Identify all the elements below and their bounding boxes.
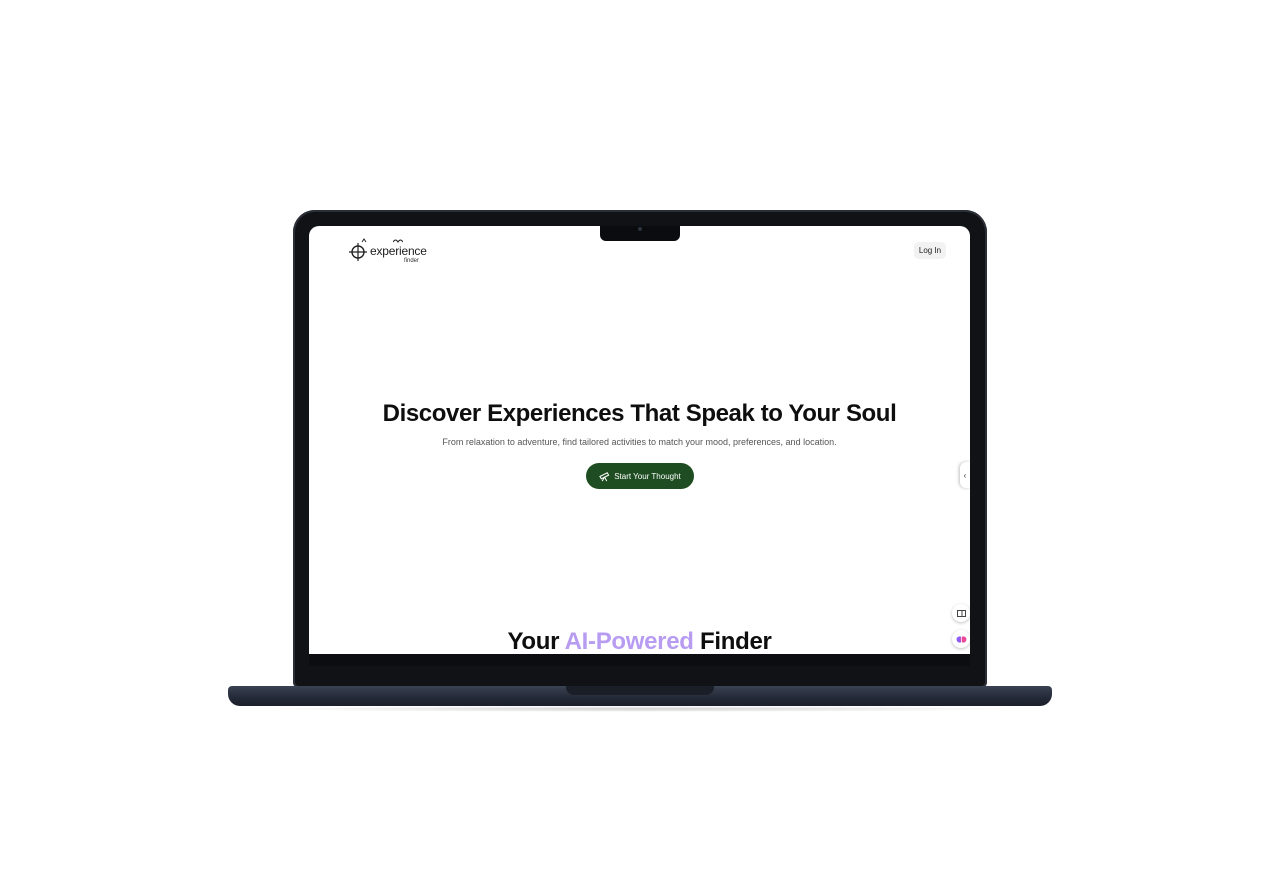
section-title: Your AI-Powered Finder	[309, 628, 970, 654]
chevron-icon: ‹	[963, 470, 967, 480]
panel-toggle-button[interactable]	[952, 604, 970, 622]
logo-subtitle: finder	[404, 258, 420, 264]
hero-title: Discover Experiences That Speak to Your …	[382, 400, 897, 427]
hero-subtitle: From relaxation to adventure, find tailo…	[442, 437, 837, 447]
laptop-screen: experience finder Log In Discover Experi…	[309, 226, 970, 654]
screen-chin	[309, 654, 970, 666]
section-title-after: Finder	[693, 628, 772, 654]
logo-wordmark: experience	[370, 244, 427, 258]
start-thought-button[interactable]: Start Your Thought	[586, 463, 694, 489]
section-title-before: Your	[507, 628, 565, 654]
laptop-mockup-stage: experience finder Log In Discover Experi…	[0, 0, 1280, 896]
section-title-accent: AI-Powered	[564, 628, 694, 654]
telescope-icon	[599, 471, 610, 481]
camera-dot	[638, 227, 642, 231]
compass-logo-icon	[349, 238, 367, 261]
side-drawer-tab[interactable]: ‹	[960, 462, 970, 488]
base-shadow	[250, 706, 1030, 712]
panel-toggle-icon	[956, 609, 966, 617]
site-logo[interactable]: experience finder	[349, 236, 429, 266]
login-button[interactable]: Log In	[914, 242, 946, 259]
base-lip	[566, 686, 714, 695]
start-thought-label: Start Your Thought	[614, 471, 681, 481]
